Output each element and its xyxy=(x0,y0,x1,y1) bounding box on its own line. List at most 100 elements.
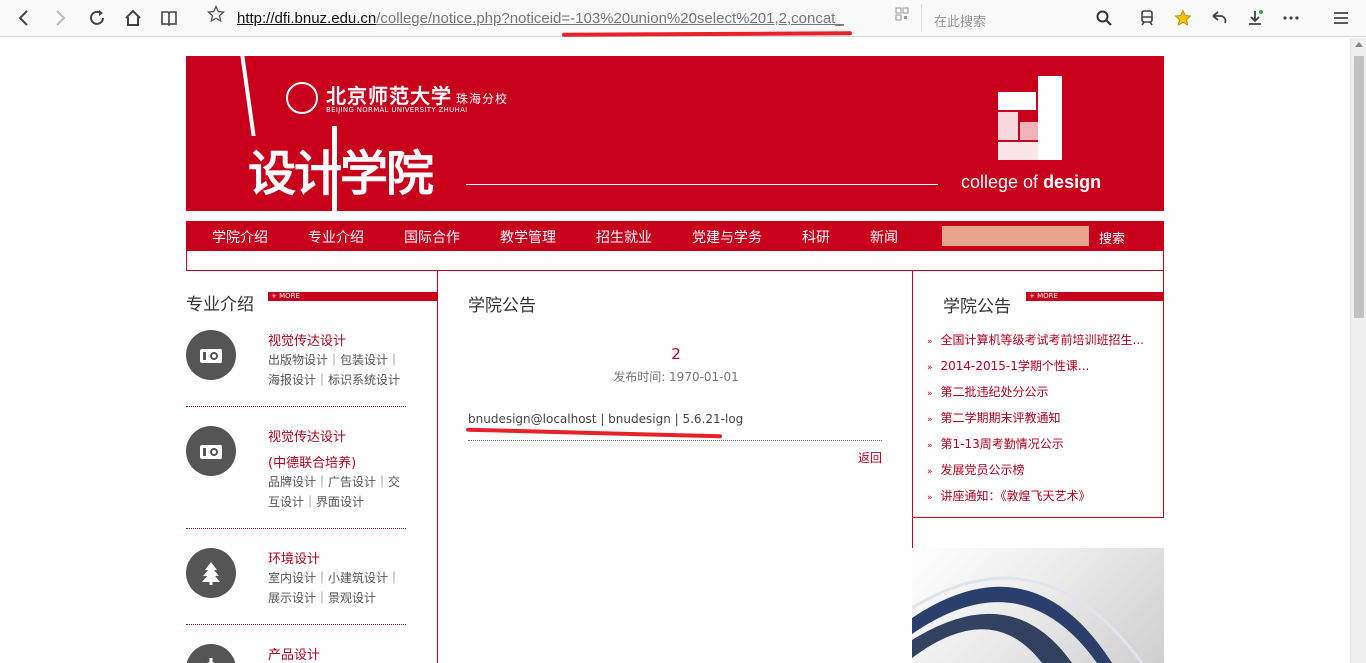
site-search-input[interactable] xyxy=(942,226,1089,246)
university-seal-icon xyxy=(286,82,318,114)
url-host: http://dfi.bnuz.edu.cn xyxy=(237,10,377,27)
dotted-divider xyxy=(186,624,406,625)
notice-body: bnudesign@localhost | bnudesign | 5.6.21… xyxy=(468,412,744,426)
left-section-title: 专业介绍 xyxy=(186,295,254,315)
main-nav: 学院介绍 专业介绍 国际合作 教学管理 招生就业 党建与学务 科研 新闻 搜索 xyxy=(186,221,1164,251)
nav-item-research[interactable]: 科研 xyxy=(802,227,830,247)
nav-item-news[interactable]: 新闻 xyxy=(870,227,898,247)
news-title[interactable]: 第二批违纪处分公示 xyxy=(941,385,1049,399)
college-en-bold: design xyxy=(1043,172,1102,192)
bookmark-star-icon[interactable] xyxy=(204,2,228,26)
news-title[interactable]: 第1-13周考勤情况公示 xyxy=(941,437,1064,451)
college-emblem-icon xyxy=(998,76,1062,160)
favorites-star-icon[interactable] xyxy=(1171,6,1195,30)
notice-title: 2 xyxy=(671,345,681,363)
arrow-icon: » xyxy=(927,415,933,425)
home-icon[interactable] xyxy=(121,6,145,30)
news-title[interactable]: 全国计算机等级考试考前培训班招生... xyxy=(941,333,1144,347)
notice-panel: 学院公告 2 发布时间: 1970-01-01 bnudesign@localh… xyxy=(437,271,913,663)
list-item[interactable]: » 第二学期期末评教通知 xyxy=(927,409,1157,426)
major-subfields: 品牌设计｜广告设计｜交互设计｜界面设计 xyxy=(268,475,401,509)
arrow-icon: » xyxy=(927,363,933,373)
forward-icon[interactable] xyxy=(48,6,72,30)
url-bar[interactable]: http://dfi.bnuz.edu.cn/college/notice.ph… xyxy=(200,4,918,32)
download-icon[interactable] xyxy=(1243,6,1267,30)
major-name[interactable]: 环境设计 xyxy=(268,548,320,567)
arrow-icon: » xyxy=(927,493,933,503)
arrow-icon: » xyxy=(927,441,933,451)
list-item[interactable]: » 讲座通知：《敦煌飞天艺术》 xyxy=(927,487,1157,504)
back-link[interactable]: 返回 xyxy=(858,449,882,466)
nav-item-international[interactable]: 国际合作 xyxy=(404,227,460,247)
camera-icon xyxy=(186,426,236,476)
search-placeholder: 在此搜索 xyxy=(934,15,987,30)
url-path: /college/notice.php?noticeid=-103%20unio… xyxy=(376,10,844,27)
news-title[interactable]: 讲座通知：《敦煌飞天艺术》 xyxy=(941,489,1091,503)
promo-swoosh-graphic xyxy=(912,576,1144,663)
major-subfields: 室内设计｜小建筑设计｜展示设计｜景观设计 xyxy=(268,571,401,605)
news-title[interactable]: 2014-2015-1学期个性课... xyxy=(941,359,1090,373)
college-title-cn: 设计学院 xyxy=(248,146,434,202)
notice-panel-title: 学院公告 xyxy=(468,296,536,316)
banner-deco-bar xyxy=(332,126,337,211)
announcement-list: » 全国计算机等级考试考前培训班招生... » 2014-2015-1学期个性课..… xyxy=(912,271,1164,518)
nav-item-about[interactable]: 学院介绍 xyxy=(212,227,268,247)
left-more-bar xyxy=(268,298,437,301)
college-name-en: college of design xyxy=(961,172,1101,193)
list-item[interactable]: » 发展党员公示榜 xyxy=(927,461,1157,478)
major-item: 产品设计 xyxy=(186,644,406,663)
camera-icon xyxy=(186,330,236,380)
college-en-prefix: college of xyxy=(961,172,1044,192)
dotted-divider xyxy=(186,406,406,407)
qr-code-icon[interactable] xyxy=(890,2,914,26)
train-icon[interactable] xyxy=(1135,6,1159,30)
page-scrollbar[interactable] xyxy=(1350,38,1366,663)
major-item: 视觉传达设计 (中德联合培养) 品牌设计｜广告设计｜交互设计｜界面设计 xyxy=(186,426,406,526)
news-title[interactable]: 发展党员公示榜 xyxy=(941,463,1025,477)
major-name[interactable]: 视觉传达设计 xyxy=(268,330,346,349)
web-page: 北京师范大学 珠海分校 BEIJING NORMAL UNIVERSITY ZHU… xyxy=(0,38,1350,663)
back-icon[interactable] xyxy=(12,6,36,30)
arrow-icon: » xyxy=(927,337,933,347)
university-name-cn: 北京师范大学 珠海分校 xyxy=(326,80,508,109)
major-subfields: 出版物设计｜包装设计｜海报设计｜标识系统设计 xyxy=(268,353,401,387)
dotted-divider xyxy=(186,528,406,529)
campus-cn: 珠海分校 xyxy=(456,92,509,106)
site-search-button[interactable]: 搜索 xyxy=(1099,228,1125,247)
reload-icon[interactable] xyxy=(85,6,109,30)
list-item[interactable]: » 第二批违纪处分公示 xyxy=(927,383,1157,400)
search-icon[interactable] xyxy=(1092,6,1116,30)
reader-icon[interactable] xyxy=(157,6,181,30)
major-name[interactable]: 产品设计 xyxy=(268,644,320,663)
news-title[interactable]: 第二学期期末评教通知 xyxy=(941,411,1061,425)
list-item[interactable]: » 2014-2015-1学期个性课... xyxy=(927,357,1157,374)
browser-toolbar: http://dfi.bnuz.edu.cn/college/notice.ph… xyxy=(0,0,1366,37)
arrow-icon: » xyxy=(927,467,933,477)
university-name-en: BEIJING NORMAL UNIVERSITY ZHUHAI xyxy=(326,106,468,114)
scroll-up-icon[interactable] xyxy=(1355,42,1363,47)
list-item[interactable]: » 全国计算机等级考试考前培训班招生... xyxy=(927,331,1157,348)
arrow-icon: » xyxy=(927,389,933,399)
university-cn: 北京师范大学 xyxy=(326,84,452,108)
scroll-thumb[interactable] xyxy=(1354,56,1364,318)
site-banner: 北京师范大学 珠海分校 BEIJING NORMAL UNIVERSITY ZHU… xyxy=(186,56,1164,211)
more-dots-icon[interactable] xyxy=(1279,6,1303,30)
nav-item-teaching[interactable]: 教学管理 xyxy=(500,227,556,247)
nav-item-admission[interactable]: 招生就业 xyxy=(596,227,652,247)
major-item: 视觉传达设计 出版物设计｜包装设计｜海报设计｜标识系统设计 xyxy=(186,330,406,410)
nav-frame xyxy=(186,251,1164,271)
major-name[interactable]: 视觉传达设计 xyxy=(268,426,346,445)
nav-item-party[interactable]: 党建与学务 xyxy=(692,227,762,247)
tree-icon xyxy=(186,548,236,598)
body-annotation-mark xyxy=(465,427,723,439)
url-text[interactable]: http://dfi.bnuz.edu.cn/college/notice.ph… xyxy=(237,10,844,27)
list-item[interactable]: » 第1-13周考勤情况公示 xyxy=(927,435,1157,452)
promo-image[interactable] xyxy=(912,548,1164,663)
notice-divider xyxy=(468,440,882,441)
browser-search-box[interactable]: 在此搜索 xyxy=(921,4,1121,32)
nav-item-majors[interactable]: 专业介绍 xyxy=(308,227,364,247)
major-name-note[interactable]: (中德联合培养) xyxy=(268,452,356,471)
undo-icon[interactable] xyxy=(1207,6,1231,30)
major-item: 环境设计 室内设计｜小建筑设计｜展示设计｜景观设计 xyxy=(186,548,406,628)
menu-icon[interactable] xyxy=(1329,6,1353,30)
